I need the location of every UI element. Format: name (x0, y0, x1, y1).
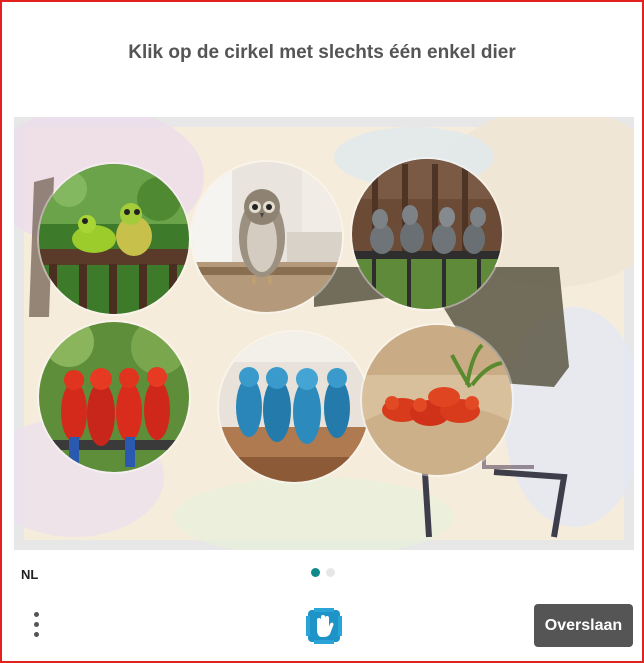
menu-dot (33, 611, 39, 617)
skip-button[interactable]: Overslaan (534, 604, 633, 647)
tile-lizards-group[interactable] (352, 159, 502, 309)
blue-parrots-image (219, 332, 369, 482)
captcha-prompt: Klik op de cirkel met slechts één enkel … (128, 42, 516, 63)
language-selector[interactable]: NL (21, 567, 38, 582)
tile-parrots-blue-group[interactable] (219, 332, 369, 482)
tile-frogs-red-group[interactable] (362, 325, 512, 475)
more-vertical-icon[interactable] (24, 607, 48, 641)
lizards-image (352, 159, 502, 309)
tile-frogs-two[interactable] (39, 164, 189, 314)
captcha-image-area (14, 117, 634, 550)
page-dot (326, 568, 335, 577)
red-frogs-image (362, 325, 512, 475)
menu-dot (33, 621, 39, 627)
captcha-frame: Klik op de cirkel met slechts één enkel … (0, 0, 644, 663)
frogs-image (39, 164, 189, 314)
tile-parrots-red-group[interactable] (39, 322, 189, 472)
owl-image (192, 162, 342, 312)
page-indicator (311, 568, 335, 577)
tile-owl-single[interactable] (192, 162, 342, 312)
hand-logo-icon (306, 608, 342, 644)
menu-dot (33, 631, 39, 637)
red-parrots-image (39, 322, 189, 472)
page-dot-active (311, 568, 320, 577)
